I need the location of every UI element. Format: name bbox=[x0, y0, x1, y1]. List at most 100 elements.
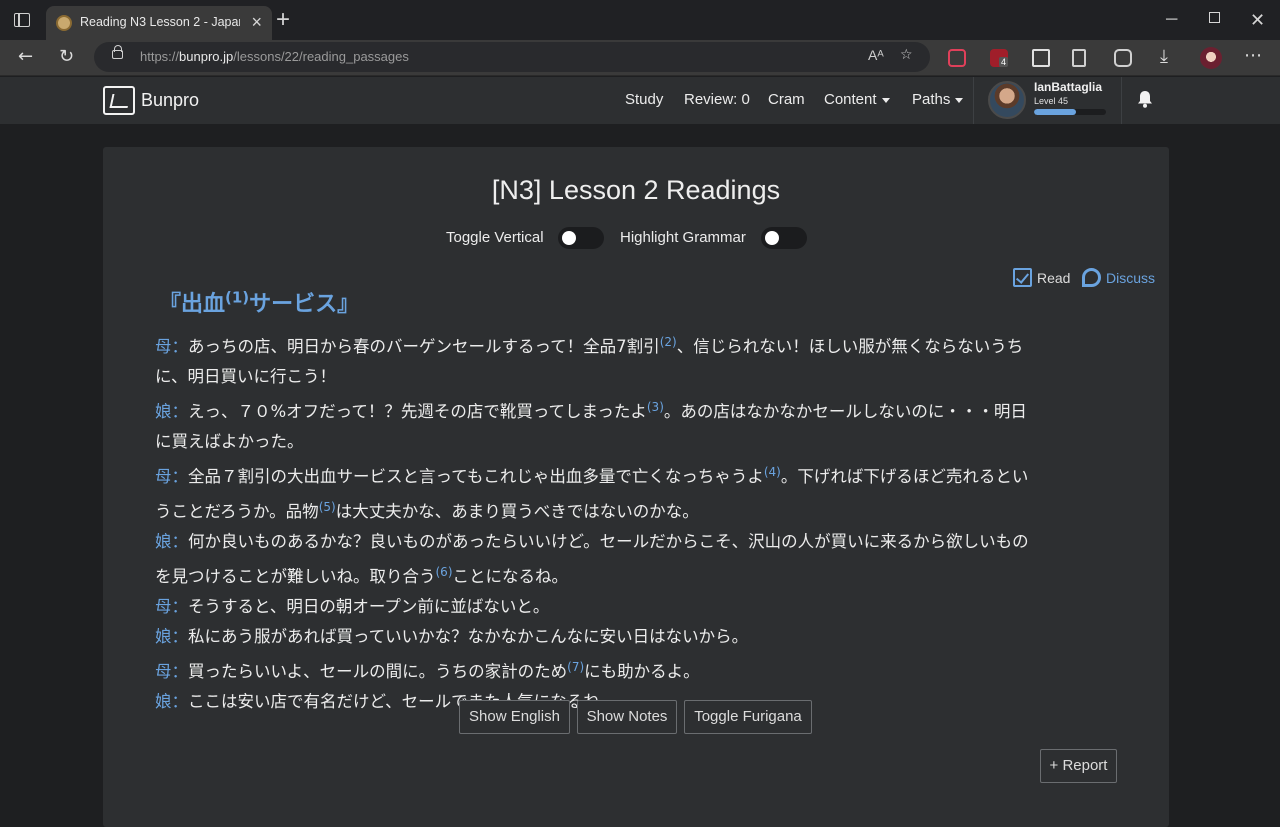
header-divider bbox=[1121, 77, 1122, 124]
passage-text: 何か良いものあるかな？良いものがあったらいいけど。セールだからこそ、沢山の人が買… bbox=[188, 532, 1029, 551]
speaker-label: 母： bbox=[155, 662, 188, 681]
username[interactable]: IanBattaglia bbox=[1034, 80, 1102, 94]
back-icon[interactable]: ← bbox=[18, 46, 33, 68]
passage-text: ことになるね。 bbox=[452, 567, 569, 586]
note-ref[interactable]: (3) bbox=[647, 400, 664, 414]
speaker-label: 娘： bbox=[155, 402, 188, 421]
passage-text: えっ、７０%オフだって！？先週その店で靴買ってしまったよ bbox=[188, 402, 647, 421]
refresh-icon[interactable]: ↻ bbox=[59, 46, 74, 68]
profile-icon[interactable] bbox=[1200, 47, 1222, 69]
passage-line: 母：全品７割引の大出血サービスと言ってもこれじゃ出血多量で亡くなっちゃうよ(4)… bbox=[155, 457, 1115, 492]
xp-progress-bar bbox=[1034, 109, 1106, 115]
speaker-label: 母： bbox=[155, 597, 188, 616]
nav-review[interactable]: Review: 0 bbox=[684, 91, 750, 108]
passage-line: 娘：何か良いものあるかな？良いものがあったらいいけど。セールだからこそ、沢山の人… bbox=[155, 527, 1115, 557]
note-ref[interactable]: (2) bbox=[660, 335, 677, 349]
extension-badge: 4 bbox=[999, 57, 1009, 67]
chevron-down-icon bbox=[955, 97, 964, 103]
favorite-star-icon[interactable]: ☆ bbox=[900, 47, 913, 63]
reading-card: [N3] Lesson 2 Readings Toggle Vertical H… bbox=[103, 147, 1169, 827]
nav-paths[interactable]: Paths bbox=[912, 91, 964, 108]
tab-title: Reading N3 Lesson 2 - Japanese bbox=[80, 15, 240, 29]
show-notes-button[interactable]: Show Notes bbox=[577, 700, 677, 734]
logo-text[interactable]: Bunpro bbox=[141, 90, 199, 111]
reading-title: 『出血(1)サービス』 bbox=[159, 288, 360, 317]
discuss-icon[interactable] bbox=[1082, 268, 1101, 287]
passage-text: に買えばよかった。 bbox=[155, 432, 304, 451]
nav-study[interactable]: Study bbox=[625, 91, 663, 108]
read-aloud-icon[interactable]: Aᴬ bbox=[868, 47, 884, 63]
passage-line: 母：そうすると、明日の朝オープン前に並ばないと。 bbox=[155, 592, 1115, 622]
more-menu-icon[interactable]: ⋯ bbox=[1244, 45, 1262, 67]
note-ref[interactable]: (1) bbox=[225, 289, 249, 307]
highlight-grammar-label: Highlight Grammar bbox=[620, 229, 746, 246]
header-divider bbox=[973, 77, 974, 124]
passage-line: に買えばよかった。 bbox=[155, 427, 1115, 457]
speaker-label: 母： bbox=[155, 337, 188, 356]
note-ref[interactable]: (5) bbox=[319, 500, 336, 514]
clipboard-icon[interactable] bbox=[1072, 49, 1086, 67]
maximize-icon[interactable] bbox=[1209, 12, 1220, 23]
ublock-icon[interactable]: 4 bbox=[990, 49, 1009, 67]
passage-text: は大丈夫かな、あまり買うべきではないのかな。 bbox=[335, 502, 699, 521]
browser-tab[interactable]: Reading N3 Lesson 2 - Japanese × bbox=[46, 6, 272, 40]
xp-progress-fill bbox=[1034, 109, 1076, 115]
passage-text: 、信じられない！ほしい服が無くならないうち bbox=[676, 337, 1024, 356]
passage-text: 私にあう服があれば買っていいかな？なかなかこんなに安い日はないから。 bbox=[188, 627, 749, 646]
discuss-link[interactable]: Discuss bbox=[1106, 270, 1155, 286]
passage-text: を見つけることが難しいね。取り合う bbox=[155, 567, 436, 586]
user-level: Level 45 bbox=[1034, 96, 1069, 106]
passage-text: 。あの店はなかなかセールしないのに・・・明日 bbox=[663, 402, 1027, 421]
bunpro-logo-icon[interactable] bbox=[103, 86, 135, 115]
passage-text: にも助かるよ。 bbox=[584, 662, 700, 681]
browser-tab-bar: Reading N3 Lesson 2 - Japanese × + ─ ✕ bbox=[0, 0, 1280, 40]
lock-icon[interactable] bbox=[112, 45, 123, 59]
extensions-puzzle-icon[interactable] bbox=[1114, 49, 1132, 67]
note-ref[interactable]: (7) bbox=[567, 660, 584, 674]
nav-content[interactable]: Content bbox=[824, 91, 890, 108]
switch-knob bbox=[562, 231, 576, 245]
passage-line: に、明日買いに行こう！ bbox=[155, 362, 1115, 392]
speaker-label: 母： bbox=[155, 467, 188, 486]
close-window-icon[interactable]: ✕ bbox=[1250, 10, 1265, 30]
new-tab-icon[interactable]: + bbox=[276, 8, 290, 32]
read-checkbox-icon[interactable] bbox=[1013, 268, 1032, 287]
passage-line: 娘：えっ、７０%オフだって！？先週その店で靴買ってしまったよ(3)。あの店はなか… bbox=[155, 392, 1115, 427]
passage-text: 買ったらいいよ、セールの間に。うちの家計のため bbox=[188, 662, 568, 681]
url-text[interactable]: https://bunpro.jp/lessons/22/reading_pas… bbox=[140, 49, 409, 64]
show-english-button[interactable]: Show English bbox=[459, 700, 570, 734]
tab-actions-icon[interactable] bbox=[14, 13, 30, 27]
reading-passage: 母：あっちの店、明日から春のバーゲンセールするって！全品7割引(2)、信じられな… bbox=[155, 327, 1115, 717]
notifications-bell-icon[interactable] bbox=[1137, 90, 1153, 108]
passage-line: を見つけることが難しいね。取り合う(6)ことになるね。 bbox=[155, 557, 1115, 592]
minimize-icon[interactable]: ─ bbox=[1166, 10, 1177, 30]
site-header: Bunpro Study Review: 0 Cram Content Path… bbox=[0, 77, 1280, 124]
passage-text: うことだろうか。品物 bbox=[155, 502, 319, 521]
chevron-down-icon bbox=[881, 97, 890, 103]
pocket-icon[interactable] bbox=[948, 49, 966, 67]
url-bar[interactable]: https://bunpro.jp/lessons/22/reading_pas… bbox=[94, 42, 930, 72]
read-label[interactable]: Read bbox=[1037, 270, 1070, 286]
page-title: [N3] Lesson 2 Readings bbox=[491, 175, 781, 205]
switch-knob bbox=[765, 231, 779, 245]
passage-text: あっちの店、明日から春のバーゲンセールするって！全品7割引 bbox=[188, 337, 660, 356]
speaker-label: 娘： bbox=[155, 627, 188, 646]
passage-text: に、明日買いに行こう！ bbox=[155, 367, 337, 386]
note-ref[interactable]: (4) bbox=[764, 465, 781, 479]
passage-line: うことだろうか。品物(5)は大丈夫かな、あまり買うべきではないのかな。 bbox=[155, 492, 1115, 527]
downloads-icon[interactable]: ⤓ bbox=[1160, 46, 1168, 68]
bunpro-favicon-icon bbox=[56, 15, 72, 31]
toggle-furigana-button[interactable]: Toggle Furigana bbox=[684, 700, 812, 734]
passage-line: 母：あっちの店、明日から春のバーゲンセールするって！全品7割引(2)、信じられな… bbox=[155, 327, 1115, 362]
toggle-vertical-switch[interactable] bbox=[558, 227, 604, 249]
report-button[interactable]: + Report bbox=[1040, 749, 1117, 783]
toggle-vertical-label: Toggle Vertical bbox=[446, 229, 544, 246]
passage-text: そうすると、明日の朝オープン前に並ばないと。 bbox=[188, 597, 550, 616]
close-tab-icon[interactable]: × bbox=[251, 12, 262, 32]
user-avatar[interactable] bbox=[988, 81, 1026, 119]
nav-cram[interactable]: Cram bbox=[768, 91, 805, 108]
reader-extension-icon[interactable] bbox=[1032, 49, 1050, 67]
note-ref[interactable]: (6) bbox=[436, 565, 453, 579]
address-toolbar: ← ↻ https://bunpro.jp/lessons/22/reading… bbox=[0, 40, 1280, 76]
highlight-grammar-switch[interactable] bbox=[761, 227, 807, 249]
